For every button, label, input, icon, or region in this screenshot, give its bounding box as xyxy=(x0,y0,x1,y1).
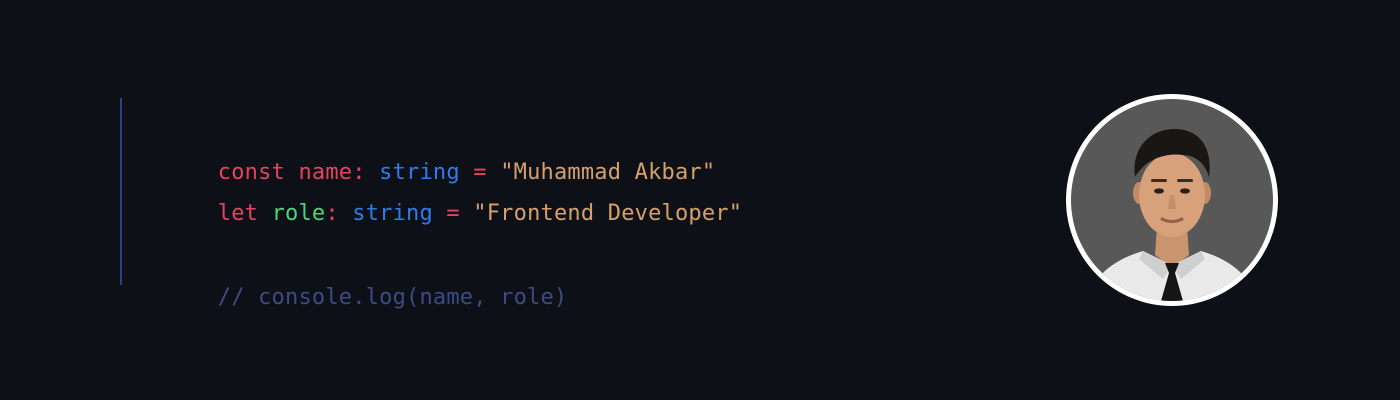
keyword-let: let xyxy=(217,201,259,226)
avatar xyxy=(1066,94,1278,306)
profile-photo-icon xyxy=(1071,99,1273,301)
keyword-const: const xyxy=(217,160,286,185)
operator-equals: = xyxy=(473,160,487,185)
string-literal-name: "Muhammad Akbar" xyxy=(500,160,716,185)
code-snippet: const name: string = "Muhammad Akbar" le… xyxy=(120,98,743,310)
colon: : xyxy=(352,160,366,185)
type-string: string xyxy=(352,201,433,226)
comment-console-log: // console.log(name, role) xyxy=(217,285,568,310)
identifier-role: role xyxy=(271,201,326,226)
code-line-const-name: const name: string = "Muhammad Akbar" xyxy=(164,111,742,185)
operator-equals: = xyxy=(446,201,460,226)
code-line-comment: // console.log(name, role) xyxy=(164,236,742,310)
identifier-name: name xyxy=(298,160,353,185)
type-string: string xyxy=(379,160,460,185)
string-literal-role: "Frontend Developer" xyxy=(473,201,743,226)
colon: : xyxy=(325,201,339,226)
